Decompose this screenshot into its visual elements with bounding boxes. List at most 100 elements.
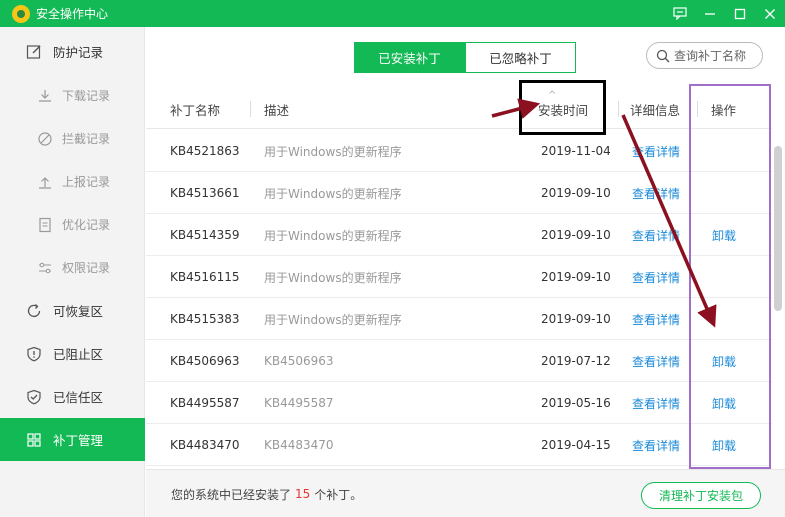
patch-description: 用于Windows的更新程序: [264, 312, 402, 327]
close-icon: [765, 8, 775, 19]
table-row: KB4514359 用于Windows的更新程序 2019-09-10 查看详情…: [146, 214, 772, 256]
sidebar-item-block-log[interactable]: 拦截记录: [0, 117, 145, 160]
sidebar-item-label: 已阻止区: [53, 347, 104, 362]
patch-install-date: 2019-11-04: [541, 144, 611, 158]
tab-bar: 已安装补丁 已忽略补丁: [354, 42, 576, 73]
patch-description: 用于Windows的更新程序: [264, 270, 402, 285]
tab-ignored-patches[interactable]: 已忽略补丁: [465, 42, 576, 73]
summary-text-before: 您的系统中已经安装了: [171, 487, 292, 502]
window-title: 安全操作中心: [36, 7, 109, 21]
sidebar-item-report-log[interactable]: 上报记录: [0, 160, 145, 203]
block-icon: [36, 130, 54, 148]
patch-install-date: 2019-05-16: [541, 396, 611, 410]
summary-text-after: 个补丁。: [314, 487, 363, 502]
column-header-description: 描述: [264, 102, 290, 118]
upload-icon: [36, 173, 54, 191]
shield-alert-icon: [25, 345, 43, 363]
table-row: KB4495587 KB4495587 2019-05-16 查看详情 卸载: [146, 382, 772, 424]
title-bar: 安全操作中心: [0, 0, 785, 27]
sidebar-item-blocked[interactable]: 已阻止区: [0, 332, 145, 375]
patch-install-date: 2019-09-10: [541, 312, 611, 326]
search-placeholder: 查询补丁名称: [674, 49, 747, 63]
sidebar-item-recoverable[interactable]: 可恢复区: [0, 289, 145, 332]
close-button[interactable]: [755, 0, 785, 27]
patch-description: KB4495587: [264, 396, 334, 410]
patch-description: 用于Windows的更新程序: [264, 228, 402, 243]
patch-name: KB4515383: [170, 312, 240, 326]
window-controls: [665, 0, 785, 27]
maximize-button[interactable]: [725, 0, 755, 27]
patch-name: KB4483470: [170, 438, 240, 452]
sidebar-item-label: 上报记录: [62, 175, 111, 189]
sidebar-item-label: 下载记录: [62, 89, 111, 103]
table-row: KB4483470 KB4483470 2019-04-15 查看详情 卸载: [146, 424, 772, 466]
maximize-icon: [734, 8, 746, 19]
minimize-icon: [705, 12, 715, 15]
search-icon: [656, 49, 670, 63]
column-header-name[interactable]: 补丁名称: [170, 89, 220, 129]
app-logo-icon: [12, 4, 30, 23]
sidebar: 防护记录 下载记录 拦截记录 上报记录 优化记录 权限记录 可恢复区 已阻止区 …: [0, 27, 145, 517]
view-details-link[interactable]: 查看详情: [632, 130, 680, 172]
edit-icon: [25, 43, 43, 61]
view-details-link[interactable]: 查看详情: [632, 256, 680, 298]
sidebar-item-label: 防护记录: [53, 45, 104, 60]
table-row: KB4506963 KB4506963 2019-07-12 查看详情 卸载: [146, 340, 772, 382]
sidebar-item-permission-log[interactable]: 权限记录: [0, 246, 145, 289]
sidebar-item-label: 可恢复区: [53, 304, 104, 319]
column-divider: [250, 101, 251, 117]
sidebar-item-label: 已信任区: [53, 390, 104, 405]
table-row: KB4516115 用于Windows的更新程序 2019-09-10 查看详情: [146, 256, 772, 298]
patch-description: KB4483470: [264, 438, 334, 452]
table-row: KB4513661 用于Windows的更新程序 2019-09-10 查看详情: [146, 172, 772, 214]
vertical-scrollbar[interactable]: [774, 146, 782, 311]
tab-installed-patches[interactable]: 已安装补丁: [354, 42, 465, 73]
patch-name: KB4513661: [170, 186, 240, 200]
view-details-link[interactable]: 查看详情: [632, 340, 680, 382]
download-icon: [36, 87, 54, 105]
sidebar-item-protection-log[interactable]: 防护记录: [0, 30, 145, 73]
footer-bar: 您的系统中已经安装了 15 个补丁。 清理补丁安装包: [146, 469, 785, 517]
patch-install-date: 2019-07-12: [541, 354, 611, 368]
sidebar-item-optimize-log[interactable]: 优化记录: [0, 203, 145, 246]
patch-install-date: 2019-04-15: [541, 438, 611, 452]
patch-install-date: 2019-09-10: [541, 270, 611, 284]
patch-description: 用于Windows的更新程序: [264, 186, 402, 201]
sidebar-item-trusted[interactable]: 已信任区: [0, 375, 145, 418]
column-header-details: 详细信息: [630, 102, 681, 118]
sidebar-item-download-log[interactable]: 下载记录: [0, 74, 145, 117]
patch-install-date: 2019-09-10: [541, 228, 611, 242]
feedback-button[interactable]: [665, 0, 695, 27]
patch-name: KB4506963: [170, 354, 240, 368]
view-details-link[interactable]: 查看详情: [632, 214, 680, 256]
view-details-link[interactable]: 查看详情: [632, 172, 680, 214]
column-divider: [618, 101, 619, 117]
sidebar-item-label: 补丁管理: [53, 433, 104, 448]
sidebar-item-label: 优化记录: [62, 218, 111, 232]
shield-check-icon: [25, 388, 43, 406]
minimize-button[interactable]: [695, 0, 725, 27]
table-row: KB4515383 用于Windows的更新程序 2019-09-10 查看详情: [146, 298, 772, 340]
patch-description: 用于Windows的更新程序: [264, 144, 402, 159]
search-input[interactable]: 查询补丁名称: [646, 42, 763, 69]
view-details-link[interactable]: 查看详情: [632, 298, 680, 340]
patch-name: KB4516115: [170, 270, 240, 284]
sliders-icon: [36, 259, 54, 277]
highlight-box-actions-column: [689, 84, 771, 469]
patch-description: KB4506963: [264, 354, 334, 368]
feedback-icon: [673, 7, 687, 20]
patch-name: KB4495587: [170, 396, 240, 410]
patch-install-date: 2019-09-10: [541, 186, 611, 200]
view-details-link[interactable]: 查看详情: [632, 382, 680, 424]
patch-name: KB4521863: [170, 144, 240, 158]
clean-patch-packages-button[interactable]: 清理补丁安装包: [641, 482, 761, 509]
view-details-link[interactable]: 查看详情: [632, 424, 680, 466]
table-row: KB4521863 用于Windows的更新程序 2019-11-04 查看详情: [146, 130, 772, 172]
grid-icon: [25, 431, 43, 449]
document-icon: [36, 216, 54, 234]
highlight-box-install-time: [519, 80, 606, 135]
sidebar-item-label: 拦截记录: [62, 132, 111, 146]
patch-count: 15: [295, 487, 311, 501]
patch-count-summary: 您的系统中已经安装了 15 个补丁。: [171, 470, 362, 517]
sidebar-item-patch-management[interactable]: 补丁管理: [0, 418, 145, 461]
